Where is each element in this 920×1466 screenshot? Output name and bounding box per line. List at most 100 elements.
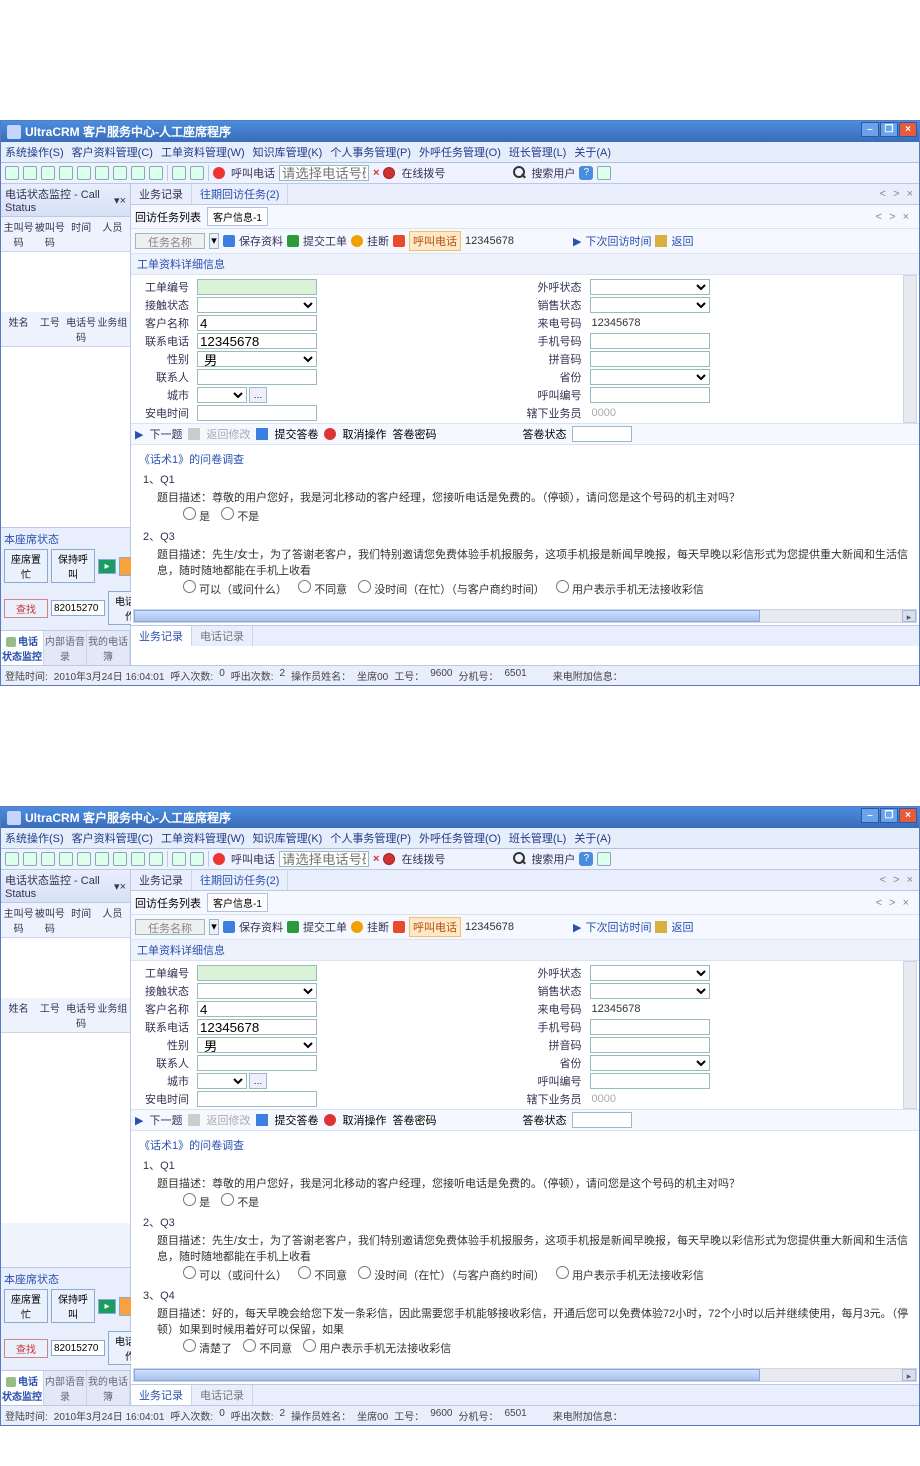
pinyin-input[interactable] bbox=[590, 351, 710, 367]
q2-opt-4[interactable]: 用户表示手机无法接收彩信 bbox=[556, 1270, 704, 1282]
close-button[interactable]: × bbox=[899, 808, 917, 823]
save-button[interactable]: 保存资料 bbox=[239, 919, 283, 935]
tb-icon-7[interactable] bbox=[113, 166, 127, 180]
q2-opt-1[interactable]: 可以（或问什么） bbox=[183, 584, 287, 596]
menu-personal[interactable]: 个人事务管理(P) bbox=[330, 830, 411, 846]
tb-icon-6[interactable] bbox=[95, 166, 109, 180]
help-icon[interactable]: ? bbox=[579, 166, 593, 180]
menu-about[interactable]: 关于(A) bbox=[574, 830, 611, 846]
menu-outbound[interactable]: 外呼任务管理(O) bbox=[419, 144, 501, 160]
customer-chip[interactable]: 客户信息-1 bbox=[207, 893, 268, 912]
lefttab-phonebook[interactable]: 我的电话簿 bbox=[87, 1371, 130, 1405]
mobile-input[interactable] bbox=[590, 1019, 710, 1035]
call-list[interactable] bbox=[1, 938, 130, 998]
tb-icon-4[interactable] bbox=[59, 166, 73, 180]
customer-name-input[interactable] bbox=[197, 315, 317, 331]
hangup-button[interactable]: 挂断 bbox=[367, 233, 389, 249]
tasklist-label[interactable]: 回访任务列表 bbox=[135, 209, 201, 225]
gender-select[interactable]: 男 bbox=[197, 351, 317, 367]
tb-icon-1[interactable] bbox=[5, 166, 19, 180]
tb-icon-5[interactable] bbox=[77, 852, 91, 866]
order-no-input[interactable] bbox=[197, 279, 317, 295]
tb-icon-10[interactable] bbox=[172, 166, 186, 180]
city-select[interactable] bbox=[197, 387, 247, 403]
subtab-controls[interactable]: < > × bbox=[872, 897, 915, 909]
hscrollbar[interactable]: ◂ ▸ bbox=[133, 1368, 917, 1382]
goback-button[interactable]: 返回 bbox=[671, 919, 693, 935]
submit-survey-button[interactable]: 提交答卷 bbox=[274, 426, 318, 442]
hangup-button[interactable]: 挂断 bbox=[367, 919, 389, 935]
answer-status-input[interactable] bbox=[572, 1112, 632, 1128]
tb-icon-5[interactable] bbox=[77, 166, 91, 180]
taskname-select[interactable]: 任务名称 bbox=[135, 233, 205, 249]
busy-button[interactable]: 座席置忙 bbox=[4, 549, 48, 583]
menu-personal[interactable]: 个人事务管理(P) bbox=[330, 144, 411, 160]
taskname-dropdown-icon[interactable]: ▾ bbox=[209, 919, 219, 935]
answer-pwd-button[interactable]: 答卷密码 bbox=[392, 1112, 436, 1128]
hold-button[interactable]: 保持呼叫 bbox=[51, 549, 95, 583]
play-button[interactable]: ▸ bbox=[98, 1299, 116, 1314]
hold-button[interactable]: 保持呼叫 bbox=[51, 1289, 95, 1323]
tb-icon-10[interactable] bbox=[172, 852, 186, 866]
vscroll[interactable] bbox=[903, 275, 917, 423]
install-time-input[interactable] bbox=[197, 1091, 317, 1107]
subtab-controls[interactable]: < > × bbox=[872, 211, 915, 223]
callout-button[interactable]: 呼叫电话 bbox=[409, 917, 461, 937]
tb-icon-4[interactable] bbox=[59, 852, 73, 866]
menu-knowledge[interactable]: 知识库管理(K) bbox=[253, 144, 323, 160]
menu-customer[interactable]: 客户资料管理(C) bbox=[72, 144, 153, 160]
taskname-select[interactable]: 任务名称 bbox=[135, 919, 205, 935]
titlebar[interactable]: UltraCRM 客户服务中心-人工座席程序 – ❐ × bbox=[1, 807, 919, 828]
save-button[interactable]: 保存资料 bbox=[239, 233, 283, 249]
vscroll[interactable] bbox=[903, 961, 917, 1109]
minimize-button[interactable]: – bbox=[861, 808, 879, 823]
scroll-thumb[interactable] bbox=[134, 1369, 760, 1381]
agent-list[interactable] bbox=[1, 347, 130, 527]
goback-button[interactable]: 返回 bbox=[671, 233, 693, 249]
q1-opt-no[interactable]: 不是 bbox=[221, 1197, 259, 1209]
q2-opt-3[interactable]: 没时间（在忙）（与客户商约时间） bbox=[358, 584, 545, 596]
q3-opt-3[interactable]: 用户表示手机无法接收彩信 bbox=[303, 1343, 451, 1355]
tb-icon-3[interactable] bbox=[41, 852, 55, 866]
contact-status-select[interactable] bbox=[197, 297, 317, 313]
contact-status-select[interactable] bbox=[197, 983, 317, 999]
panel-pin-icon[interactable]: ▾× bbox=[114, 194, 126, 207]
customer-chip[interactable]: 客户信息-1 bbox=[207, 207, 268, 226]
btab-callrec[interactable]: 电话记录 bbox=[192, 626, 253, 646]
busy-button[interactable]: 座席置忙 bbox=[4, 1289, 48, 1323]
next-q-button[interactable]: 下一题 bbox=[149, 1112, 182, 1128]
province-select[interactable] bbox=[590, 1055, 710, 1071]
q3-opt-2[interactable]: 不同意 bbox=[243, 1343, 292, 1355]
lefttab-callmonitor[interactable]: 电话状态监控 bbox=[1, 1371, 44, 1405]
q2-opt-2[interactable]: 不同意 bbox=[298, 1270, 347, 1282]
tb-icon-11[interactable] bbox=[190, 166, 204, 180]
titlebar[interactable]: UltraCRM 客户服务中心-人工座席程序 – ❐ × bbox=[1, 121, 919, 142]
taskname-dropdown-icon[interactable]: ▾ bbox=[209, 233, 219, 249]
scroll-thumb[interactable] bbox=[134, 610, 760, 622]
online-label[interactable]: 在线拨号 bbox=[401, 165, 445, 181]
lefttab-voice[interactable]: 内部语音录 bbox=[44, 1371, 87, 1405]
lefttab-callmonitor[interactable]: 电话状态监控 bbox=[1, 631, 44, 665]
q1-opt-yes[interactable]: 是 bbox=[183, 511, 210, 523]
menu-workorder[interactable]: 工单资料管理(W) bbox=[161, 144, 245, 160]
contact-person-input[interactable] bbox=[197, 1055, 317, 1071]
submit-button[interactable]: 提交工单 bbox=[303, 919, 347, 935]
tb-icon-config[interactable] bbox=[597, 166, 611, 180]
mobile-input[interactable] bbox=[590, 333, 710, 349]
city-select[interactable] bbox=[197, 1073, 247, 1089]
submit-button[interactable]: 提交工单 bbox=[303, 233, 347, 249]
tb-icon-2[interactable] bbox=[23, 166, 37, 180]
tasklist-label[interactable]: 回访任务列表 bbox=[135, 895, 201, 911]
call-input[interactable] bbox=[279, 851, 369, 867]
tab-controls[interactable]: < > × bbox=[876, 874, 919, 886]
install-time-input[interactable] bbox=[197, 405, 317, 421]
tab-visit[interactable]: 往期回访任务(2) bbox=[192, 184, 288, 204]
maximize-button[interactable]: ❐ bbox=[880, 808, 898, 823]
gender-select[interactable]: 男 bbox=[197, 1037, 317, 1053]
tb-icon-config[interactable] bbox=[597, 852, 611, 866]
pinyin-input[interactable] bbox=[590, 1037, 710, 1053]
lookup-button[interactable]: 查找 bbox=[4, 1339, 48, 1358]
btab-biz[interactable]: 业务记录 bbox=[131, 626, 192, 646]
tab-biz[interactable]: 业务记录 bbox=[131, 184, 192, 204]
cancel-button[interactable]: 取消操作 bbox=[342, 1112, 386, 1128]
